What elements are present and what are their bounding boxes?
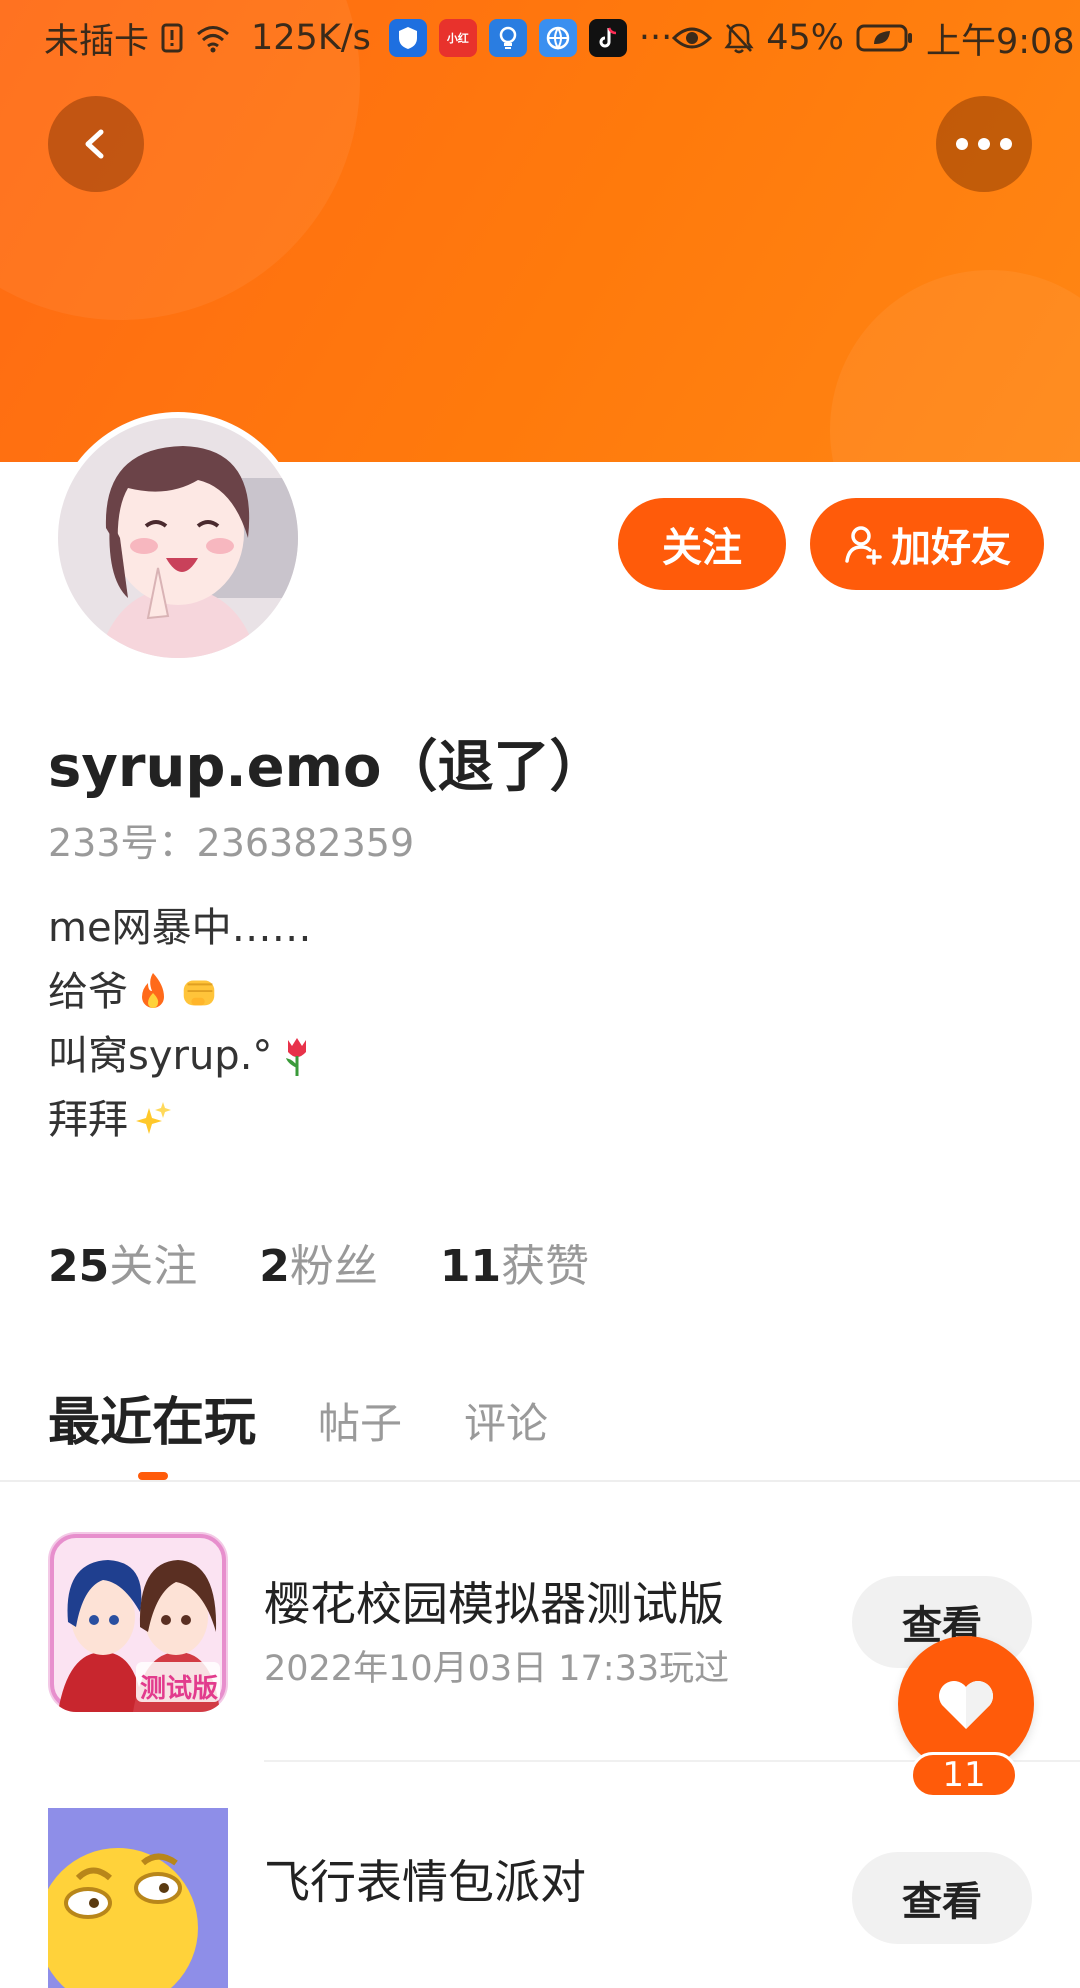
banner-decoration bbox=[830, 270, 1080, 462]
bio: me网暴中…… 给爷 叫窝syrup.° 拜拜 bbox=[48, 896, 318, 1152]
bio-line: 拜拜 bbox=[48, 1088, 318, 1152]
more-dots-icon bbox=[954, 137, 1014, 151]
xiaohongshu-app-icon: 小红 bbox=[438, 19, 477, 57]
lightbulb-app-icon bbox=[488, 19, 527, 57]
avatar[interactable] bbox=[52, 412, 304, 664]
eye-icon bbox=[672, 24, 713, 52]
profile-tabs: 最近在玩 帖子 评论 bbox=[48, 1380, 548, 1455]
tulip-emoji-icon bbox=[276, 1035, 318, 1077]
tiktok-app-icon bbox=[588, 19, 627, 57]
game-title[interactable]: 飞行表情包派对 bbox=[264, 1846, 586, 1912]
view-game-button[interactable]: 查看 bbox=[852, 1852, 1032, 1944]
more-options-button[interactable] bbox=[936, 96, 1032, 192]
game-played-time: 2022年10月03日 17:33玩过 bbox=[264, 1649, 730, 1689]
bio-text: 拜拜 bbox=[48, 1097, 128, 1143]
status-bar: 未插卡 125K/s 小红 ··· 45% 上午9:08 bbox=[0, 0, 1080, 76]
game-title[interactable]: 樱花校园模拟器测试版 bbox=[264, 1568, 724, 1634]
profile-stats: 25关注 2粉丝 11获赞 bbox=[48, 1230, 589, 1294]
follow-button[interactable]: 关注 bbox=[618, 498, 786, 590]
bio-text: me网暴中…… bbox=[48, 905, 312, 951]
back-button[interactable] bbox=[48, 96, 144, 192]
tab-comments[interactable]: 评论 bbox=[464, 1390, 548, 1455]
add-person-icon bbox=[843, 523, 885, 565]
stat-value: 11 bbox=[439, 1241, 502, 1292]
tab-posts[interactable]: 帖子 bbox=[318, 1390, 402, 1455]
following-stat[interactable]: 25关注 bbox=[48, 1230, 197, 1294]
user-id[interactable]: 233号：236382359 bbox=[48, 812, 414, 867]
bio-text: 叫窝syrup.° bbox=[48, 1033, 273, 1079]
bio-line: 给爷 bbox=[48, 960, 318, 1024]
bio-text: 给爷 bbox=[48, 969, 128, 1015]
battery-percent-text: 45% bbox=[766, 18, 844, 58]
follow-button-label: 关注 bbox=[662, 525, 742, 571]
add-friend-button[interactable]: 加好友 bbox=[810, 498, 1044, 590]
clock-text: 上午9:08 bbox=[926, 21, 1075, 62]
username: syrup.emo（退了） bbox=[48, 735, 606, 800]
game-test-badge: 测试版 bbox=[140, 1674, 219, 1704]
active-tab-indicator bbox=[138, 1472, 168, 1480]
shield-app-icon bbox=[388, 19, 427, 57]
bio-line: me网暴中…… bbox=[48, 896, 318, 960]
fist-emoji-icon bbox=[178, 971, 220, 1013]
mute-bell-icon bbox=[724, 22, 754, 54]
followers-stat[interactable]: 2粉丝 bbox=[259, 1230, 378, 1294]
avatar-anime-girl-image bbox=[58, 418, 298, 658]
tab-divider bbox=[0, 1480, 1080, 1482]
carrier-text: 未插卡 bbox=[44, 21, 150, 62]
chevron-left-icon bbox=[76, 124, 116, 164]
stat-value: 2 bbox=[259, 1241, 290, 1292]
stat-label: 粉丝 bbox=[289, 1241, 378, 1292]
like-count-badge: 11 bbox=[910, 1752, 1018, 1798]
heart-icon bbox=[936, 1677, 996, 1731]
game-icon-emoji-party[interactable] bbox=[48, 1808, 228, 1988]
more-notifications-text: ··· bbox=[638, 18, 673, 58]
sparkles-emoji-icon bbox=[132, 1099, 174, 1141]
stat-label: 关注 bbox=[109, 1241, 198, 1292]
battery-saver-icon bbox=[856, 23, 914, 53]
stat-label: 获赞 bbox=[501, 1241, 590, 1292]
tab-recently-played[interactable]: 最近在玩 bbox=[48, 1380, 256, 1455]
bio-line: 叫窝syrup.° bbox=[48, 1024, 318, 1088]
profile-header-banner: 未插卡 125K/s 小红 ··· 45% 上午9:08 bbox=[0, 0, 1080, 462]
game-icon-sakura-school[interactable]: 测试版 bbox=[48, 1532, 228, 1712]
stat-value: 25 bbox=[48, 1241, 110, 1292]
net-speed-text: 125K/s bbox=[251, 18, 371, 58]
browser-app-icon bbox=[538, 19, 577, 57]
likes-stat[interactable]: 11获赞 bbox=[440, 1230, 589, 1294]
fire-emoji-icon bbox=[132, 971, 174, 1013]
wifi-icon bbox=[195, 23, 231, 53]
add-friend-button-label: 加好友 bbox=[891, 525, 1011, 571]
sim-alert-icon bbox=[161, 23, 183, 53]
